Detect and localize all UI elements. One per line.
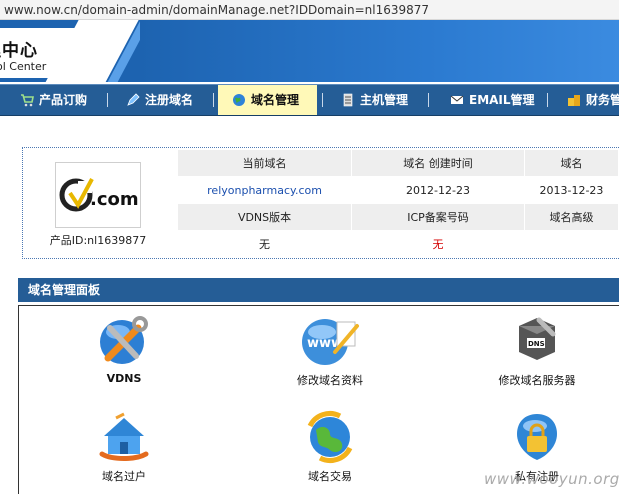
domain-advanced-value (523, 230, 619, 258)
mail-icon (450, 88, 464, 104)
header-current-domain: 当前域名 (176, 149, 353, 177)
nav-product-order[interactable]: 产品订购 (20, 85, 87, 115)
nav-finance-management[interactable]: 财务管理 (567, 85, 619, 115)
header-title: 管理中心 (0, 41, 38, 61)
nav-email-management[interactable]: EMAIL管理 (450, 85, 535, 115)
icp-number-value: 无 (351, 230, 525, 258)
main-nav: 产品订购 注册域名 域名管理 主机管理 EMAIL管理 财务管理 (0, 84, 619, 116)
vdns-version-value: 无 (176, 230, 353, 258)
panel-title: 域名管理面板 (18, 278, 619, 302)
tile-domain-transfer[interactable]: 域名过户 (44, 410, 204, 484)
tile-label: 域名交易 (308, 470, 352, 483)
dns-server-icon: DNS (519, 317, 556, 360)
tile-vdns[interactable]: VDNS (44, 312, 204, 385)
domain-logo-icon: .com (59, 178, 139, 212)
domain-management-panel: VDNS www 修改域名资料 DNS 修改域名服务器 域名过户 域名交易 私有… (18, 305, 619, 494)
address-bar[interactable]: www.now.cn/domain-admin/domainManage.net… (0, 0, 619, 20)
header-domain-advanced: 域名高级 (523, 203, 619, 231)
tile-edit-domain-info[interactable]: www 修改域名资料 (250, 312, 410, 388)
header-icp-number: ICP备案号码 (351, 203, 525, 231)
header-create-time: 域名 创建时间 (351, 149, 525, 177)
header-domain-expiry: 域名 (523, 149, 619, 177)
watermark: www.wooyun.org (484, 470, 619, 488)
www-edit-icon: www (302, 319, 359, 365)
tile-domain-trade[interactable]: 域名交易 (250, 410, 410, 484)
vdns-tools-icon (100, 316, 148, 364)
house-transfer-icon (99, 412, 149, 461)
site-header: 管理中心 Control Center (0, 20, 619, 82)
svg-text:DNS: DNS (528, 340, 545, 348)
domain-info-box: .com 产品ID:nl1639877 当前域名 域名 创建时间 域名 rely… (22, 147, 619, 259)
expiry-time-value: 2013-12-23 (523, 176, 619, 204)
globe-icon (232, 88, 246, 106)
tile-label: VDNS (106, 372, 142, 385)
nav-host-management[interactable]: 主机管理 (341, 85, 408, 115)
product-logo: .com (55, 162, 141, 228)
pen-icon (126, 88, 140, 106)
cart-icon (20, 88, 34, 107)
nav-register-domain[interactable]: 注册域名 (126, 85, 193, 115)
tile-label: 修改域名资料 (297, 374, 363, 387)
create-time-value: 2012-12-23 (351, 176, 525, 204)
domain-info-table: 当前域名 域名 创建时间 域名 relyonpharmacy.com 2012-… (176, 149, 619, 258)
current-domain-link[interactable]: relyonpharmacy.com (176, 176, 353, 204)
nav-domain-management[interactable]: 域名管理 (218, 85, 317, 115)
header-subtitle: Control Center (0, 60, 47, 73)
tile-label: 域名过户 (102, 470, 146, 483)
tile-label: 修改域名服务器 (498, 374, 576, 387)
lock-icon (517, 414, 557, 460)
money-icon (567, 88, 581, 106)
tile-edit-dns-server[interactable]: DNS 修改域名服务器 (457, 312, 617, 388)
server-icon (341, 88, 355, 107)
header-vdns-version: VDNS版本 (176, 203, 353, 231)
product-id: 产品ID:nl1639877 (49, 234, 147, 247)
svg-text:.com: .com (90, 189, 139, 210)
trade-globe-icon (307, 411, 353, 463)
